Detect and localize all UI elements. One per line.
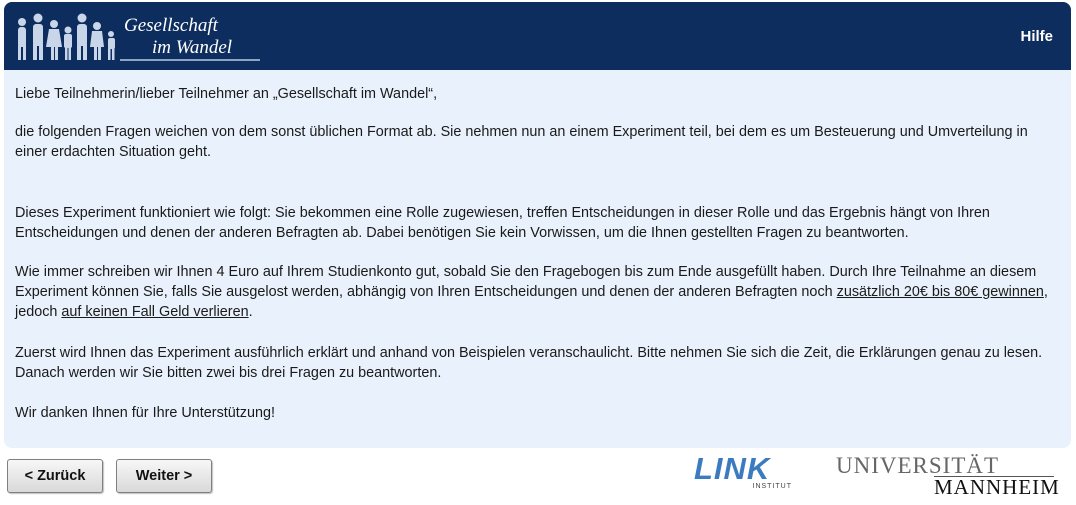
header-bar: Gesellschaft im Wandel Hilfe [4, 2, 1071, 70]
help-link[interactable]: Hilfe [1020, 28, 1053, 45]
link-institut-logo: LINK INSTITUT [694, 451, 798, 494]
link-logo-word: LINK [694, 451, 771, 486]
intro-paragraph-3: Wie immer schreiben wir Ihnen 4 Euro auf… [15, 262, 1060, 322]
para3-text-3: . [248, 304, 253, 320]
logo-wordmark: Gesellschaft im Wandel [124, 15, 232, 59]
logo-line-2: im Wandel [152, 37, 233, 58]
greeting-text: Liebe Teilnehmerin/lieber Teilnehmer an … [15, 86, 438, 102]
no-loss-link[interactable]: auf keinen Fall Geld verlieren [61, 304, 248, 320]
intro-paragraph-4: Zuerst wird Ihnen das Experiment ausführ… [15, 345, 1043, 381]
university-mannheim-logo: UNIVERSITÄT MANNHEIM [836, 454, 1060, 500]
intro-paragraph-2: Dieses Experiment funktioniert wie folgt… [15, 205, 990, 241]
intro-paragraph-1: die folgenden Fragen weichen von dem son… [15, 124, 1028, 160]
back-button[interactable]: < Zurück [7, 459, 103, 493]
intro-content-panel: Liebe Teilnehmerin/lieber Teilnehmer an … [4, 70, 1071, 448]
logo-underline [120, 59, 260, 61]
link-logo-subtitle: INSTITUT [752, 483, 792, 490]
next-button[interactable]: Weiter > [116, 459, 212, 493]
uni-logo-line-2: MANNHEIM [934, 475, 1060, 499]
thanks-text: Wir danken Ihnen für Ihre Unterstützung! [15, 405, 275, 421]
win-amount-link[interactable]: zusätzlich 20€ bis 80€ gewinnen [837, 284, 1044, 300]
logo-line-1: Gesellschaft [124, 15, 218, 36]
